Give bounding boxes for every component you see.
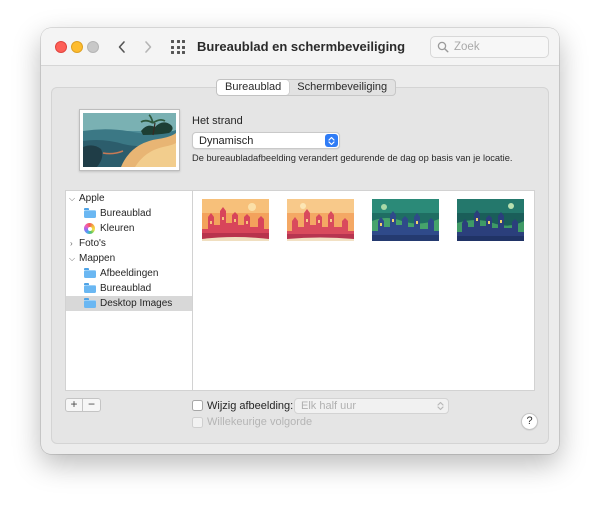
forward-button[interactable]	[138, 37, 158, 57]
source-list: ⌵ Apple Bureaublad Kleuren › Foto's ⌵ Ma…	[65, 190, 192, 391]
sidebar-item-label: Desktop Images	[100, 298, 173, 309]
wallpaper-name: Het strand	[192, 115, 243, 127]
wallpaper-thumbnail[interactable]	[457, 199, 524, 241]
change-picture-checkbox[interactable]	[192, 400, 203, 411]
change-interval-select[interactable]: Elk half uur	[294, 398, 449, 414]
preferences-window: Bureaublad en schermbeveiliging Zoek Bur…	[41, 28, 559, 454]
search-placeholder: Zoek	[454, 41, 480, 53]
wallpaper-description: De bureaubladafbeelding verandert gedure…	[192, 153, 513, 163]
change-interval-value: Elk half uur	[301, 400, 357, 412]
sidebar-item-colors[interactable]: Kleuren	[66, 221, 192, 236]
change-picture-label: Wijzig afbeelding:	[207, 400, 294, 412]
tab-bar: Bureaublad Schermbeveiliging	[216, 79, 397, 96]
sidebar-item-label: Afbeeldingen	[100, 268, 159, 279]
sidebar-group-label: Mappen	[79, 253, 116, 264]
tab-screensaver[interactable]: Schermbeveiliging	[289, 80, 395, 95]
up-down-chevron-icon	[437, 401, 444, 411]
chevron-left-icon	[118, 41, 125, 53]
sidebar-item-label: Kleuren	[100, 223, 135, 234]
sidebar-group-folders[interactable]: ⌵ Mappen	[66, 251, 192, 266]
sidebar-item-desktop-images[interactable]: Desktop Images	[66, 296, 192, 311]
wallpaper-thumbnail[interactable]	[287, 199, 354, 241]
sidebar-group-photos[interactable]: › Foto's	[66, 236, 192, 251]
sidebar-group-label: Foto's	[79, 238, 106, 249]
sidebar-item-desktop[interactable]: Bureaublad	[66, 206, 192, 221]
wallpaper-thumbnail[interactable]	[372, 199, 439, 241]
green-castle-image	[457, 199, 524, 241]
green-castle-image	[372, 199, 439, 241]
wallpaper-mode-select[interactable]: Dynamisch	[192, 132, 340, 149]
search-field[interactable]: Zoek	[430, 36, 549, 58]
tab-desktop[interactable]: Bureaublad	[217, 80, 290, 95]
sidebar-group-apple[interactable]: ⌵ Apple	[66, 191, 192, 206]
chevron-right-icon: ›	[70, 239, 73, 248]
wallpaper-mode-value: Dynamisch	[199, 135, 254, 147]
zoom-window-button[interactable]	[87, 41, 99, 53]
folder-icon	[84, 208, 96, 218]
orange-castle-image	[287, 199, 354, 241]
sidebar-item-pictures[interactable]: Afbeeldingen	[66, 266, 192, 281]
close-window-button[interactable]	[55, 41, 67, 53]
title-bar: Bureaublad en schermbeveiliging Zoek	[41, 28, 559, 66]
back-button[interactable]	[112, 37, 132, 57]
add-folder-button[interactable]: +	[66, 398, 83, 411]
remove-folder-button[interactable]: −	[83, 398, 100, 411]
sidebar-item-label: Bureaublad	[100, 208, 152, 219]
random-order-label: Willekeurige volgorde	[207, 416, 313, 428]
chevron-down-icon: ⌵	[69, 194, 76, 203]
show-all-preferences-button[interactable]	[170, 39, 186, 55]
folder-icon	[84, 283, 96, 293]
orange-castle-image	[202, 199, 269, 241]
sidebar-item-label: Bureaublad	[100, 283, 152, 294]
search-icon	[437, 41, 449, 53]
folder-icon	[84, 298, 96, 308]
chevron-right-icon	[145, 41, 152, 53]
up-down-chevron-icon	[325, 134, 338, 147]
wallpaper-preview	[79, 109, 180, 171]
folder-icon	[84, 268, 96, 278]
random-order-checkbox[interactable]	[192, 417, 203, 428]
chevron-down-icon: ⌵	[69, 254, 76, 263]
add-remove-buttons: + −	[65, 398, 101, 412]
wallpaper-thumbnail[interactable]	[202, 199, 269, 241]
beach-wallpaper-image	[83, 113, 176, 167]
minimize-window-button[interactable]	[71, 41, 83, 53]
help-button[interactable]: ?	[521, 413, 538, 430]
sidebar-group-label: Apple	[79, 193, 105, 204]
colors-icon	[84, 223, 95, 234]
sidebar-item-desktop-folder[interactable]: Bureaublad	[66, 281, 192, 296]
window-title: Bureaublad en schermbeveiliging	[197, 39, 406, 54]
